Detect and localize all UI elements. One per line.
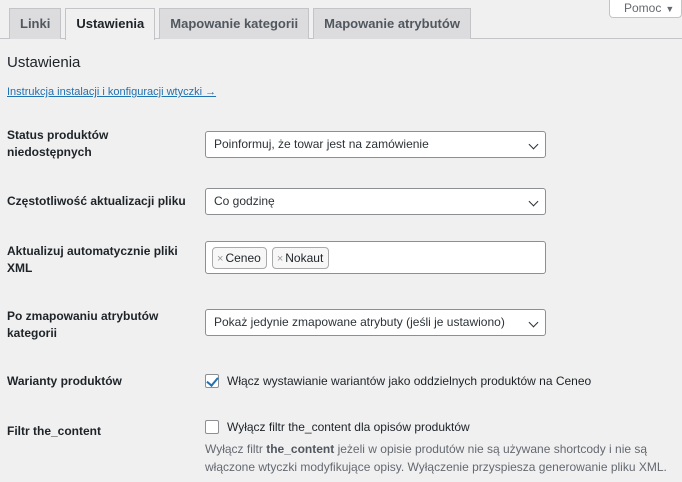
caret-down-icon: ▼	[665, 4, 675, 14]
variants-checkbox-label[interactable]: Włącz wystawianie wariantów jako oddziel…	[227, 374, 591, 388]
the-content-description: Wyłącz filtr the_content jeżeli w opisie…	[205, 440, 675, 476]
chip-nokaut[interactable]: × Nokaut	[271, 246, 330, 269]
tab-linki[interactable]: Linki	[9, 8, 62, 39]
stock-status-select[interactable]: Poinformuj, że towar jest na zamówienie	[205, 131, 546, 158]
chip-label: Ceneo	[225, 250, 261, 265]
help-tab-button[interactable]: Pomoc ▼	[609, 0, 682, 18]
the-content-label: Filtr the_content	[7, 424, 102, 438]
the-content-checkbox-label[interactable]: Wyłącz filtr the_content dla opisów prod…	[227, 420, 470, 434]
chevron-down-icon	[528, 196, 539, 207]
tab-ustawienia[interactable]: Ustawienia	[65, 8, 156, 40]
chevron-down-icon	[528, 139, 539, 150]
remove-icon[interactable]: ×	[277, 253, 283, 265]
auto-update-multiselect[interactable]: × Ceneo × Nokaut	[205, 241, 546, 274]
docs-link[interactable]: Instrukcja instalacji i konfiguracji wty…	[7, 86, 216, 98]
help-tab-label: Pomoc	[624, 1, 662, 15]
stock-status-value: Poinformuj, że towar jest na zamówienie	[214, 137, 429, 151]
chip-ceneo[interactable]: × Ceneo	[212, 246, 267, 269]
stock-status-label: Status produktów niedostępnych	[7, 128, 109, 159]
desc-code: the_content	[266, 442, 335, 456]
after-mapping-label: Po zmapowaniu atrybutów kategorii	[7, 309, 159, 340]
variants-checkbox[interactable]	[205, 374, 219, 388]
update-frequency-select[interactable]: Co godzinę	[205, 188, 546, 215]
remove-icon[interactable]: ×	[217, 253, 223, 265]
chip-label: Nokaut	[285, 250, 324, 265]
auto-update-label: Aktualizuj automatycznie pliki XML	[7, 244, 178, 275]
after-mapping-value: Pokaż jedynie zmapowane atrybuty (jeśli …	[214, 315, 505, 329]
variants-label: Warianty produktów	[7, 374, 122, 388]
update-frequency-value: Co godzinę	[214, 194, 275, 208]
desc-text: Wyłącz filtr	[205, 442, 267, 456]
update-frequency-label: Częstotliwość aktualizacji pliku	[7, 194, 186, 208]
tab-mapowanie-atrybutow[interactable]: Mapowanie atrybutów	[313, 8, 471, 39]
page-title: Ustawienia	[7, 54, 81, 71]
chevron-down-icon	[528, 317, 539, 328]
tab-bar: Linki Ustawienia Mapowanie kategorii Map…	[9, 8, 471, 40]
tab-mapowanie-kategorii[interactable]: Mapowanie kategorii	[159, 8, 310, 39]
the-content-checkbox[interactable]	[205, 420, 219, 434]
after-mapping-select[interactable]: Pokaż jedynie zmapowane atrybuty (jeśli …	[205, 309, 546, 336]
